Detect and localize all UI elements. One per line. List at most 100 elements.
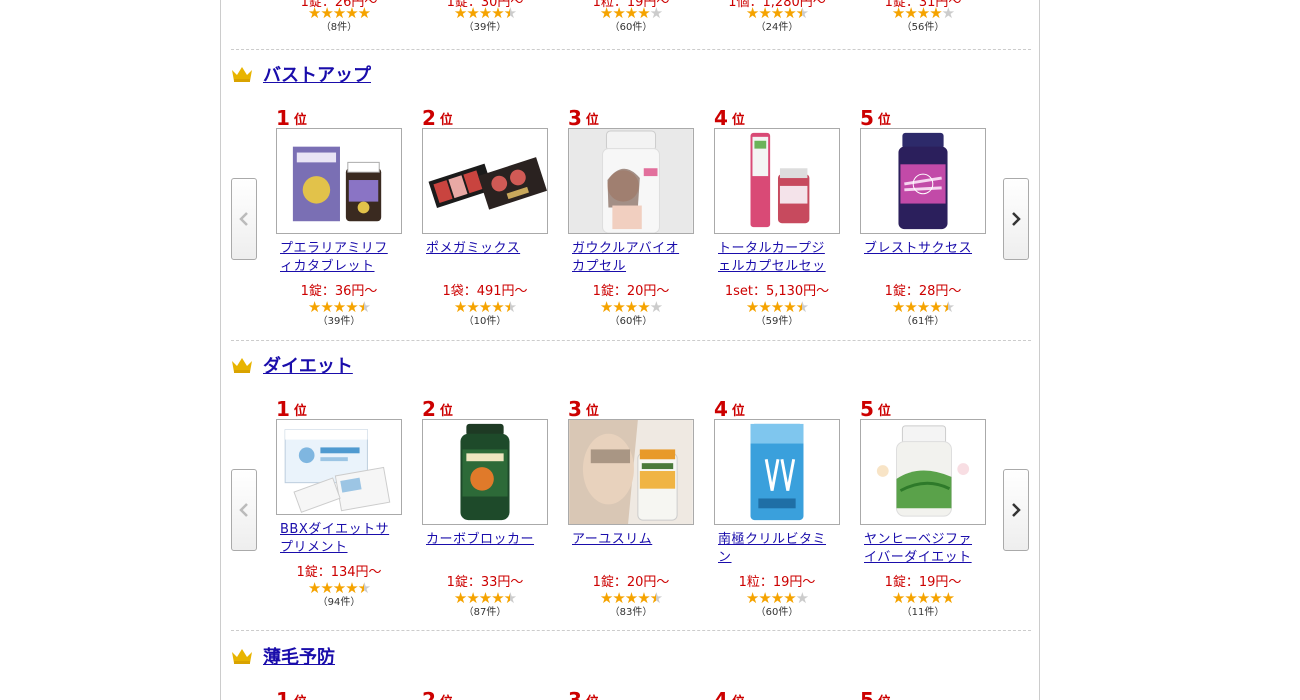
review-count: （39件）: [317, 316, 361, 327]
star-icon: ★: [320, 298, 333, 316]
star-icon: ★: [307, 579, 321, 597]
product-image[interactable]: [276, 419, 402, 515]
product-name-link[interactable]: ガウクルアバイオカプセル: [572, 240, 690, 278]
product-name-link[interactable]: BBXダイエットサプリメント: [280, 521, 398, 559]
product-card: 1位 BBXダイエットサプリメント 1錠：134円〜 ★★★★★ （94件）: [276, 391, 402, 609]
product-image[interactable]: [714, 419, 840, 525]
product-name-link[interactable]: ブレストサクセス: [864, 240, 982, 278]
rank-label: 3位: [568, 688, 599, 700]
product-card: 1個：1,280円〜 ★★★★★ （24件）: [714, 0, 840, 34]
rating-stars: ★★★★★: [276, 300, 402, 316]
crown-icon: [232, 358, 252, 373]
product-card: 2位 ポメガミックス 1袋：491円〜 ★★★★★ （10件）: [422, 100, 548, 328]
star-icon: ★: [503, 298, 517, 316]
review-count: （59件）: [755, 316, 799, 327]
star-icon: ★: [904, 298, 917, 316]
review-count: （24件）: [755, 22, 799, 33]
review-count: （10件）: [463, 316, 507, 327]
carousel-next-button[interactable]: [1003, 469, 1029, 551]
star-icon: ★: [637, 589, 650, 607]
product-name-link[interactable]: トータルカープジェルカプセルセッ: [718, 240, 836, 278]
product-card: 4位: [714, 682, 840, 700]
product-card: 5位 ブレストサクセス 1錠：28円〜 ★★★★★ （61件）: [860, 100, 986, 328]
product-card: 1錠：30円〜 ★★★★★ （39件）: [422, 0, 548, 34]
product-image[interactable]: [422, 419, 548, 525]
star-icon: ★: [758, 589, 771, 607]
star-icon: ★: [491, 298, 504, 316]
product-image[interactable]: [422, 128, 548, 234]
review-count: （60件）: [609, 316, 653, 327]
section-divider: [231, 340, 1031, 341]
product-name-link[interactable]: ポメガミックス: [426, 240, 544, 278]
product-card: 3位: [568, 682, 694, 700]
product-image[interactable]: [568, 128, 694, 234]
star-icon: ★: [916, 589, 930, 607]
category-heading: ダイエット: [231, 353, 353, 377]
price: 1個：1,280円〜: [728, 0, 826, 10]
star-icon: ★: [503, 589, 517, 607]
star-icon: ★: [478, 589, 492, 607]
star-icon: ★: [891, 589, 905, 607]
carousel-prev-button[interactable]: [231, 469, 257, 551]
review-count: （8件）: [320, 22, 358, 33]
star-icon: ★: [770, 298, 784, 316]
rating-stars: ★★★★★: [860, 591, 986, 607]
rank-label: 4位: [714, 106, 745, 130]
star-icon: ★: [345, 579, 358, 597]
product-card: 1錠：26円〜 ★★★★★ （8件）: [276, 0, 402, 34]
product-card: 1位: [276, 682, 402, 700]
chevron-right-icon: [1012, 503, 1021, 517]
product-card: 5位 ヤンヒーベジファイバーダイエット 1錠：19円〜 ★★★★★ （11件）: [860, 391, 986, 619]
chevron-left-icon: [239, 212, 248, 226]
product-card: 1位 プエラリアミリフィカタブレット 1錠：36円〜 ★★★★★ （39件）: [276, 100, 402, 328]
review-count: （11件）: [901, 607, 945, 618]
star-icon: ★: [941, 589, 955, 607]
rank-label: 5位: [860, 397, 891, 421]
product-name-link[interactable]: カーボブロッカー: [426, 531, 544, 569]
rating-stars: ★★★★★: [568, 591, 694, 607]
star-icon: ★: [624, 589, 638, 607]
product-card: 3位 ガウクルアバイオカプセル 1錠：20円〜 ★★★★★ （60件）: [568, 100, 694, 328]
carousel-prev-button[interactable]: [231, 178, 257, 260]
star-icon: ★: [649, 589, 663, 607]
star-icon: ★: [599, 298, 613, 316]
rank-label: 2位: [422, 688, 453, 700]
product-card: 3位 アーユスリム 1錠：20円〜 ★★★★★ （83件）: [568, 391, 694, 619]
star-icon: ★: [307, 298, 321, 316]
product-image[interactable]: [568, 419, 694, 525]
category-link[interactable]: バストアップ: [263, 61, 371, 87]
rating-stars: ★★★★★: [860, 300, 986, 316]
review-count: （56件）: [901, 22, 945, 33]
price: 1錠：30円〜: [446, 0, 524, 10]
star-icon: ★: [466, 589, 479, 607]
product-card: 1粒：19円〜 ★★★★★ （60件）: [568, 0, 694, 34]
price: 1錠：26円〜: [300, 0, 378, 10]
review-count: （60件）: [755, 607, 799, 618]
carousel-next-button[interactable]: [1003, 178, 1029, 260]
star-icon: ★: [453, 589, 467, 607]
star-icon: ★: [783, 298, 796, 316]
star-icon: ★: [599, 589, 613, 607]
product-name-link[interactable]: プエラリアミリフィカタブレット: [280, 240, 398, 278]
product-image[interactable]: [714, 128, 840, 234]
category-heading: バストアップ: [231, 62, 371, 86]
star-icon: ★: [783, 589, 796, 607]
rank-label: 1位: [276, 688, 307, 700]
ranking-carousel: 1位 2位 3位 4位 5位: [221, 682, 1039, 700]
star-icon: ★: [466, 298, 479, 316]
category-link[interactable]: ダイエット: [263, 352, 353, 378]
rank-label: 4位: [714, 688, 745, 700]
category-link[interactable]: 薄毛予防: [263, 643, 335, 669]
ranking-carousel: 1位 BBXダイエットサプリメント 1錠：134円〜 ★★★★★ （94件） 2…: [221, 391, 1039, 621]
star-icon: ★: [745, 589, 759, 607]
product-image[interactable]: [860, 419, 986, 525]
rank-label: 2位: [422, 106, 453, 130]
product-card: 2位: [422, 682, 548, 700]
star-icon: ★: [612, 298, 625, 316]
star-icon: ★: [637, 298, 650, 316]
product-name-link[interactable]: アーユスリム: [572, 531, 690, 569]
product-name-link[interactable]: 南極クリルビタミン: [718, 531, 836, 569]
product-image[interactable]: [276, 128, 402, 234]
product-image[interactable]: [860, 128, 986, 234]
product-name-link[interactable]: ヤンヒーベジファイバーダイエット: [864, 531, 982, 569]
